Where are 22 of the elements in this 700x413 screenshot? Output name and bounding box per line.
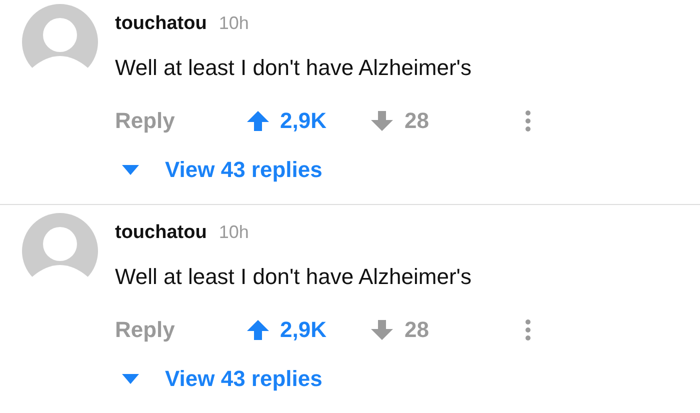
downvote-button[interactable]: 28 xyxy=(370,108,429,134)
username[interactable]: touchatou xyxy=(115,13,207,35)
more-options-icon[interactable] xyxy=(524,110,532,132)
username[interactable]: touchatou xyxy=(115,222,207,244)
arrow-down-icon xyxy=(370,109,394,133)
arrow-up-icon xyxy=(246,318,270,342)
reply-button[interactable]: Reply xyxy=(115,317,246,343)
reply-button[interactable]: Reply xyxy=(115,108,246,134)
caret-down-icon xyxy=(122,165,139,175)
arrow-down-icon xyxy=(370,318,394,342)
comment-text: Well at least I don't have Alzheimer's xyxy=(115,263,473,291)
more-options-icon[interactable] xyxy=(524,319,532,341)
view-replies-button[interactable]: View 43 replies xyxy=(122,155,532,185)
timestamp: 10h xyxy=(218,13,249,34)
downvote-button[interactable]: 28 xyxy=(370,317,429,343)
upvote-button[interactable]: 2,9K xyxy=(246,108,326,134)
comment-text: Well at least I don't have Alzheimer's xyxy=(115,54,473,82)
upvote-button[interactable]: 2,9K xyxy=(246,317,326,343)
timestamp: 10h xyxy=(218,222,249,243)
view-replies-button[interactable]: View 43 replies xyxy=(122,364,532,394)
arrow-up-icon xyxy=(246,109,270,133)
caret-down-icon xyxy=(122,374,139,384)
